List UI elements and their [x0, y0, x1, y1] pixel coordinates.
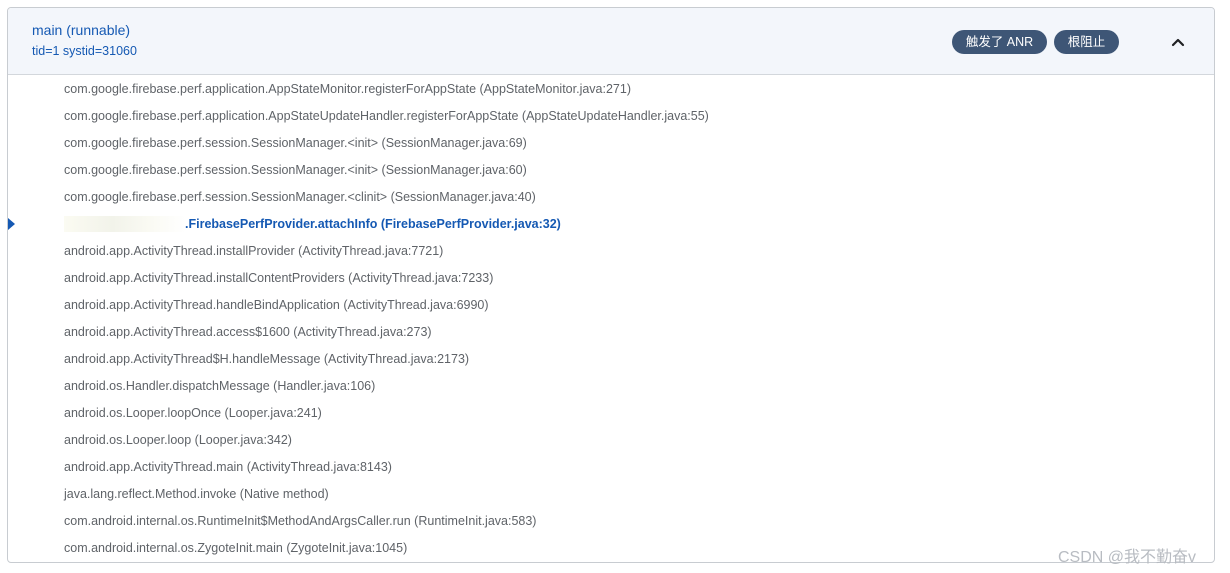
stack-frame[interactable]: android.app.ActivityThread.access$1600 (…: [8, 318, 1214, 345]
stack-frame[interactable]: android.os.Looper.loopOnce (Looper.java:…: [8, 399, 1214, 426]
stack-frame[interactable]: android.app.ActivityThread$H.handleMessa…: [8, 345, 1214, 372]
stack-frame[interactable]: com.android.internal.os.RuntimeInit$Meth…: [8, 507, 1214, 534]
stack-frame-text: com.android.internal.os.ZygoteInit.main …: [64, 541, 408, 555]
caret-right-icon: [8, 218, 15, 230]
stack-frame-text: com.google.firebase.perf.session.Session…: [64, 163, 527, 177]
stack-frame-text: android.os.Looper.loopOnce (Looper.java:…: [64, 406, 322, 420]
stack-frame-text: .FirebasePerfProvider.attachInfo (Fireba…: [185, 217, 561, 231]
stack-frame-text: android.app.ActivityThread.handleBindApp…: [64, 298, 489, 312]
chevron-up-icon: [1171, 38, 1185, 47]
stack-frame-text: android.app.ActivityThread.installProvid…: [64, 244, 444, 258]
stack-frame[interactable]: android.app.ActivityThread.installProvid…: [8, 237, 1214, 264]
stack-frame-text: java.lang.reflect.Method.invoke (Native …: [64, 487, 329, 501]
stack-frame[interactable]: android.app.ActivityThread.handleBindApp…: [8, 291, 1214, 318]
stack-frame[interactable]: com.google.firebase.perf.application.App…: [8, 102, 1214, 129]
stack-frame[interactable]: android.os.Looper.loop (Looper.java:342): [8, 426, 1214, 453]
anr-trigger-badge[interactable]: 触发了 ANR: [952, 30, 1047, 54]
root-blocking-badge[interactable]: 根阻止: [1054, 30, 1119, 54]
stack-frame-text: android.app.ActivityThread.installConten…: [64, 271, 494, 285]
stack-frame[interactable]: com.google.firebase.perf.session.Session…: [8, 183, 1214, 210]
stack-frame-text: com.android.internal.os.RuntimeInit$Meth…: [64, 514, 537, 528]
stack-frame-text: android.os.Handler.dispatchMessage (Hand…: [64, 379, 376, 393]
stack-frame[interactable]: com.google.firebase.perf.session.Session…: [8, 156, 1214, 183]
stack-frame-text: android.app.ActivityThread$H.handleMessa…: [64, 352, 470, 366]
stack-trace-list: com.google.firebase.perf.application.App…: [8, 75, 1214, 561]
stack-frame-text: android.app.ActivityThread.access$1600 (…: [64, 325, 432, 339]
stack-frame-text: com.google.firebase.perf.session.Session…: [64, 136, 527, 150]
watermark: CSDN @我不勤奋v: [1058, 549, 1197, 566]
stack-frame-highlighted[interactable]: .FirebasePerfProvider.attachInfo (Fireba…: [8, 210, 1214, 237]
stack-frame-text: com.google.firebase.perf.application.App…: [64, 82, 631, 96]
redacted-package-name: [64, 216, 186, 232]
thread-panel: main (runnable) tid=1 systid=31060 触发了 A…: [7, 7, 1215, 563]
stack-frame-text: com.google.firebase.perf.application.App…: [64, 109, 709, 123]
stack-frame-text: android.app.ActivityThread.main (Activit…: [64, 460, 392, 474]
thread-ids: tid=1 systid=31060: [32, 44, 137, 58]
stack-frame-text: android.os.Looper.loop (Looper.java:342): [64, 433, 292, 447]
thread-header[interactable]: main (runnable) tid=1 systid=31060 触发了 A…: [8, 8, 1214, 75]
collapse-button[interactable]: [1164, 28, 1192, 56]
stack-frame[interactable]: com.google.firebase.perf.application.App…: [8, 75, 1214, 102]
stack-frame[interactable]: com.android.internal.os.ZygoteInit.main …: [8, 534, 1214, 561]
stack-frame[interactable]: android.app.ActivityThread.installConten…: [8, 264, 1214, 291]
stack-frame[interactable]: android.app.ActivityThread.main (Activit…: [8, 453, 1214, 480]
thread-title: main (runnable): [32, 22, 131, 38]
stack-frame[interactable]: android.os.Handler.dispatchMessage (Hand…: [8, 372, 1214, 399]
stack-frame-text: com.google.firebase.perf.session.Session…: [64, 190, 536, 204]
stack-frame[interactable]: java.lang.reflect.Method.invoke (Native …: [8, 480, 1214, 507]
stack-frame[interactable]: com.google.firebase.perf.session.Session…: [8, 129, 1214, 156]
